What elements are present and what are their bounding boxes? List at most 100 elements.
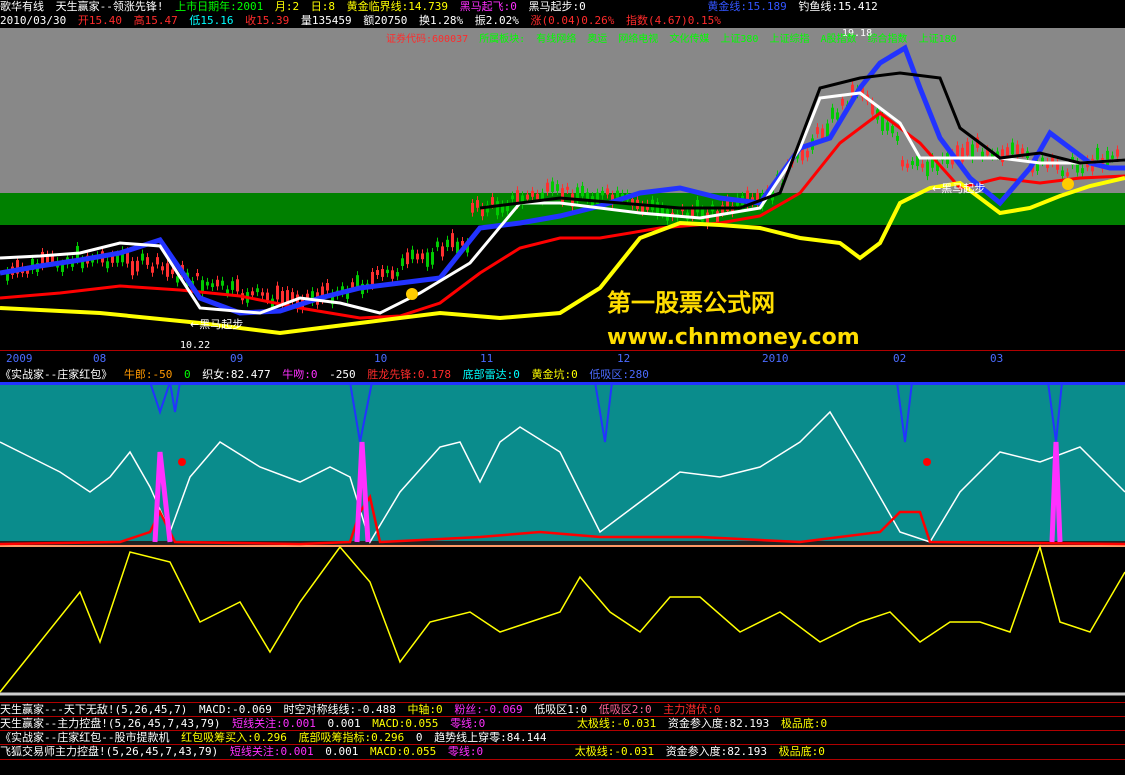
indicator-title[interactable]: 《实战家--庄家红包》: [0, 368, 112, 381]
date-tick: 08: [93, 352, 107, 365]
tag: 上证380: [720, 34, 759, 45]
quote-open: 开15.40: [77, 14, 122, 27]
quote-amount: 额20750: [363, 14, 408, 27]
formula-name: 天生赢家--领涨先锋!: [55, 0, 164, 13]
quote-high: 高15.47: [133, 14, 178, 27]
dragon-value: 胜龙先锋:0.178: [367, 368, 451, 381]
stock-code: 证券代码:600037: [386, 34, 469, 45]
yellow-zigzag: [0, 544, 1125, 693]
footer-value: 0.001: [325, 745, 359, 758]
footer-value: 极品底:0: [778, 745, 825, 758]
quote-turnover: 换1.28%: [418, 14, 464, 27]
weaver-value: 织女:82.477: [202, 368, 271, 381]
gold-critical-line: 黄金临界线:14.739: [346, 0, 448, 13]
footer-value: 红包吸筹买入:0.296: [181, 731, 287, 744]
quote-close: 收15.39: [245, 14, 290, 27]
low-absorb-value: 低吸区:280: [589, 368, 649, 381]
footer-value: 粉丝:-0.069: [454, 703, 523, 716]
signal-dot: [178, 458, 186, 466]
watermark-url: www.chnmoney.com: [607, 325, 860, 350]
footer-value: 短线关注:0.001: [229, 745, 314, 758]
neg-value: -250: [329, 368, 356, 381]
footer-row: 天生赢家--主力控盘!(5,26,45,7,43,79) 短线关注:0.001 …: [0, 717, 1125, 731]
tag: 综合指数: [867, 34, 908, 45]
gold-line: 黄金线:15.189: [707, 0, 787, 13]
fish-line: 钓鱼线:15.412: [798, 0, 878, 13]
indicator-chart[interactable]: [0, 382, 1125, 700]
tag: A股指数: [820, 34, 857, 45]
footer-value: MACD:0.055: [372, 717, 439, 730]
kiss-value: 牛吻:0: [282, 368, 318, 381]
footer-value: 太极线:-0.031: [574, 745, 655, 758]
date-tick: 11: [480, 352, 494, 365]
tag: 奥运: [587, 34, 608, 45]
black-zone: [0, 225, 1125, 350]
bull-value: 牛郎:-50: [123, 368, 173, 381]
ipo-year: 上市日期年:2001: [175, 0, 264, 13]
horse-start: 黑马起步:0: [528, 0, 586, 13]
header-row: 歌华有线 天生赢家--领涨先锋! 上市日期年:2001 月:2 日:8 黄金临界…: [0, 0, 1125, 14]
footer-value: 0: [415, 731, 423, 744]
info-bar: 证券代码:600037 所属板块: 有线网络 奥运 网络电视 文化传媒 上证38…: [386, 33, 1125, 47]
quote-index: 指数(4.67)0.15%: [625, 14, 721, 27]
radar-value: 底部雷达:0: [462, 368, 520, 381]
date-tick: 12: [617, 352, 631, 365]
footer-value: 零线:0: [450, 717, 486, 730]
footer-value: 资金参入度:82.193: [667, 717, 770, 730]
stock-name[interactable]: 歌华有线: [0, 0, 44, 13]
footer-row: 《实战家--庄家红包--股市提款机 红包吸筹买入:0.296 底部吸筹指标:0.…: [0, 731, 1125, 745]
footer-value: 资金参入度:82.193: [665, 745, 768, 758]
footer-value: 中轴:0: [407, 703, 443, 716]
date-tick: 10: [374, 352, 388, 365]
footer-value: MACD:-0.069: [198, 703, 272, 716]
tag: 有线网络: [536, 34, 577, 45]
footer-value: 趋势线上穿零:84.144: [434, 731, 547, 744]
quote-amplitude: 振2.02%: [474, 14, 519, 27]
footer-value: 极品底:0: [780, 717, 828, 730]
footer-value: MACD:0.055: [369, 745, 437, 758]
date-tick: 09: [230, 352, 244, 365]
date-tick: 02: [893, 352, 907, 365]
footer-value: 0.001: [327, 717, 361, 730]
tag: 网络电视: [618, 34, 659, 45]
kline-chart[interactable]: 19.18 10.22 ←黑马起步 ←黑马起步: [0, 28, 1125, 350]
tag: 所属板块:: [479, 34, 526, 45]
footer-value: 底部吸筹指标:0.296: [298, 731, 405, 744]
horse-fly: 黑马起飞:0: [459, 0, 517, 13]
horse-start-label-2: ←黑马起步: [932, 182, 985, 195]
gray-zone: [0, 28, 1125, 193]
footer-name[interactable]: 天生赢家--主力控盘!(5,26,45,7,43,79): [0, 717, 220, 730]
date-tick: 2009: [6, 352, 33, 365]
footer-name[interactable]: 飞狐交易师主力控盘!(5,26,45,7,43,79): [0, 745, 218, 758]
date-axis: 2009 08 09 10 11 12 2010 02 03: [0, 352, 1125, 368]
quote-volume: 量135459: [300, 14, 352, 27]
footer-value: 太极线:-0.031: [576, 717, 657, 730]
pit-value: 黄金坑:0: [531, 368, 578, 381]
tag: 文化传媒: [669, 34, 710, 45]
zero-value: 0: [184, 368, 191, 381]
signal-dot: [923, 458, 931, 466]
footer-value: 零线:0: [447, 745, 484, 758]
quote-change: 涨(0.04)0.26%: [530, 14, 615, 27]
quote-date: 2010/03/30: [0, 14, 67, 27]
footer-value: 低吸区2:0: [598, 703, 652, 716]
footer-row: 飞狐交易师主力控盘!(5,26,45,7,43,79) 短线关注:0.001 0…: [0, 745, 1125, 759]
smiley-icon: [1062, 178, 1074, 190]
footer-value: 低吸区1:0: [534, 703, 588, 716]
watermark-title: 第一股票公式网: [607, 289, 775, 317]
date-tick: 03: [990, 352, 1004, 365]
footer-name[interactable]: 《实战家--庄家红包--股市提款机: [0, 731, 170, 744]
horse-start-label-1: ←黑马起步: [190, 318, 243, 331]
footer-name[interactable]: 天生赢家---天下无敌!(5,26,45,7): [0, 703, 187, 716]
footer-row: 天生赢家---天下无敌!(5,26,45,7) MACD:-0.069 时空对称…: [0, 703, 1125, 717]
footer-value: 时空对称线线:-0.488: [283, 703, 396, 716]
tag: 上证综指: [769, 34, 810, 45]
ipo-month: 月:2: [274, 0, 300, 13]
footer-value: 短线关注:0.001: [232, 717, 316, 730]
indicator-header: 《实战家--庄家红包》 牛郎:-50 0 织女:82.477 牛吻:0 -250…: [0, 368, 1125, 382]
quote-row: 2010/03/30 开15.40 高15.47 低15.16 收15.39 量…: [0, 14, 1125, 28]
footer-value: 主力潜伏:0: [663, 703, 721, 716]
tag: 上证180: [918, 34, 957, 45]
date-tick: 2010: [762, 352, 789, 365]
ipo-day: 日:8: [310, 0, 335, 13]
